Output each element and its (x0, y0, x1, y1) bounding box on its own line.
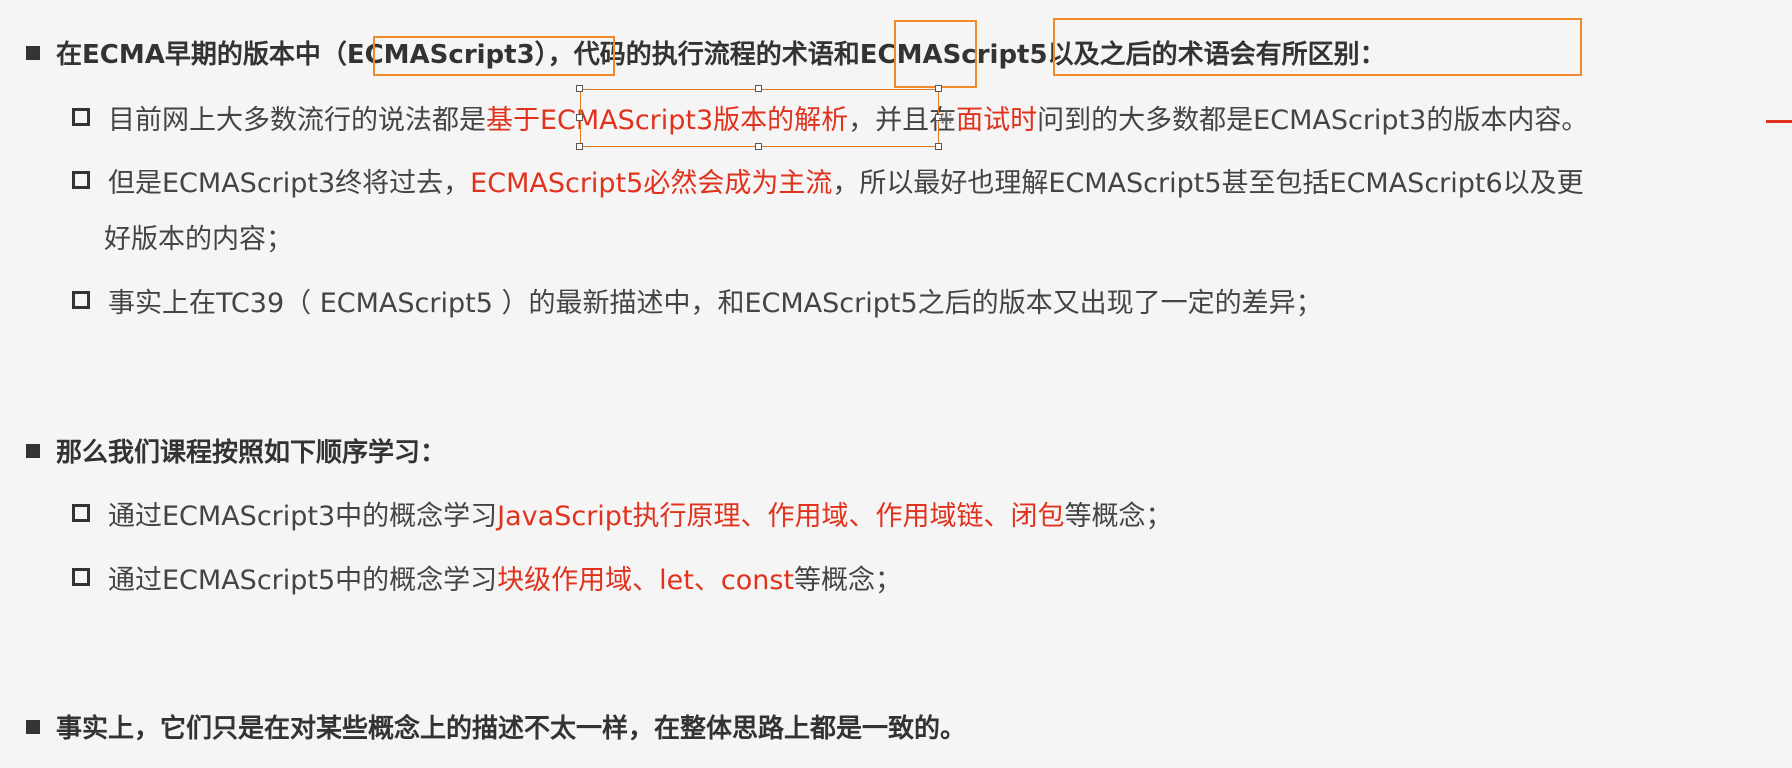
item2-pre: 但是ECMAScript3终将过去， (108, 168, 471, 199)
s2-item1-red: JavaScript执行原理、作用域、作用域链、闭包 (497, 501, 1065, 532)
s2-item1-pre: 通过ECMAScript3中的概念学习 (108, 501, 498, 532)
section1-heading-post-b: 和 (833, 40, 860, 70)
item1-pre: 目前网上大多数流行的说法都是 (108, 105, 486, 136)
hollow-square-bullet-icon (72, 504, 90, 522)
move-cursor-icon: ⁜ (938, 107, 955, 131)
item3-text: 事实上在TC39（ ECMAScript5 ）的最新描述中，和ECMAScrip… (108, 288, 1323, 319)
slide-canvas: 在ECMA早期的版本中（ECMAScript3），代码的执行流程的术语和ECMA… (0, 0, 1792, 768)
s2-item2-red: 块级作用域、let、const (497, 565, 795, 596)
section3-heading: 事实上，它们只是在对某些概念上的描述不太一样，在整体思路上都是一致的。 (26, 712, 966, 746)
section1-heading-pre: 在ECMA早期的版本中 (56, 40, 321, 70)
hollow-square-bullet-icon (72, 568, 90, 586)
section1-heading-paren: （ECMAScript3） (320, 40, 548, 70)
section1-heading-tail: ECMAScript5以及之后的术语会有所区别： (859, 40, 1386, 70)
s2-item1-post: 等概念； (1064, 501, 1173, 532)
section2-heading: 那么我们课程按照如下顺序学习： (26, 436, 446, 470)
selection-box[interactable] (580, 89, 939, 147)
section1-item-3: 事实上在TC39（ ECMAScript5 ）的最新描述中，和ECMAScrip… (72, 276, 1323, 332)
s2-item2-pre: 通过ECMAScript5中的概念学习 (108, 565, 498, 596)
resize-handle-tl[interactable] (576, 85, 583, 92)
resize-handle-br[interactable] (935, 143, 942, 150)
hollow-square-bullet-icon (72, 171, 90, 189)
hollow-square-bullet-icon (72, 108, 90, 126)
resize-handle-bl[interactable] (576, 143, 583, 150)
section2-heading-text: 那么我们课程按照如下顺序学习： (56, 438, 447, 468)
square-bullet-icon (26, 720, 40, 734)
item1-post: 问到的大多数都是ECMAScript3的版本内容。 (1037, 105, 1589, 136)
square-bullet-icon (26, 444, 40, 458)
resize-handle-ml[interactable] (576, 114, 583, 121)
section2-item-2: 通过ECMAScript5中的概念学习块级作用域、let、const等概念； (72, 553, 902, 609)
item2-continuation: 好版本的内容； (104, 224, 293, 255)
section3-heading-text: 事实上，它们只是在对某些概念上的描述不太一样，在整体思路上都是一致的。 (56, 714, 967, 744)
resize-handle-tm[interactable] (755, 85, 762, 92)
section1-heading: 在ECMA早期的版本中（ECMAScript3），代码的执行流程的术语和ECMA… (26, 38, 1386, 72)
square-bullet-icon (26, 46, 40, 60)
trailing-dash (1766, 120, 1792, 123)
section2-item-1: 通过ECMAScript3中的概念学习JavaScript执行原理、作用域、作用… (72, 489, 1173, 545)
s2-item2-post: 等概念； (794, 565, 903, 596)
resize-handle-bm[interactable] (755, 143, 762, 150)
resize-handle-tr[interactable] (935, 85, 942, 92)
section1-heading-post-a: ，代码的执行流程的 (547, 40, 782, 70)
section1-heading-term: 术语 (781, 40, 834, 70)
section1-item-2: 但是ECMAScript3终将过去，ECMAScript5必然会成为主流，所以最… (72, 156, 1584, 212)
hollow-square-bullet-icon (72, 291, 90, 309)
item2-red1: ECMAScript5必然会成为主流 (470, 168, 833, 199)
item1-red2: 面试时 (956, 105, 1038, 136)
item2-post: ，所以最好也理解ECMAScript5甚至包括ECMAScript6以及更 (832, 168, 1584, 199)
